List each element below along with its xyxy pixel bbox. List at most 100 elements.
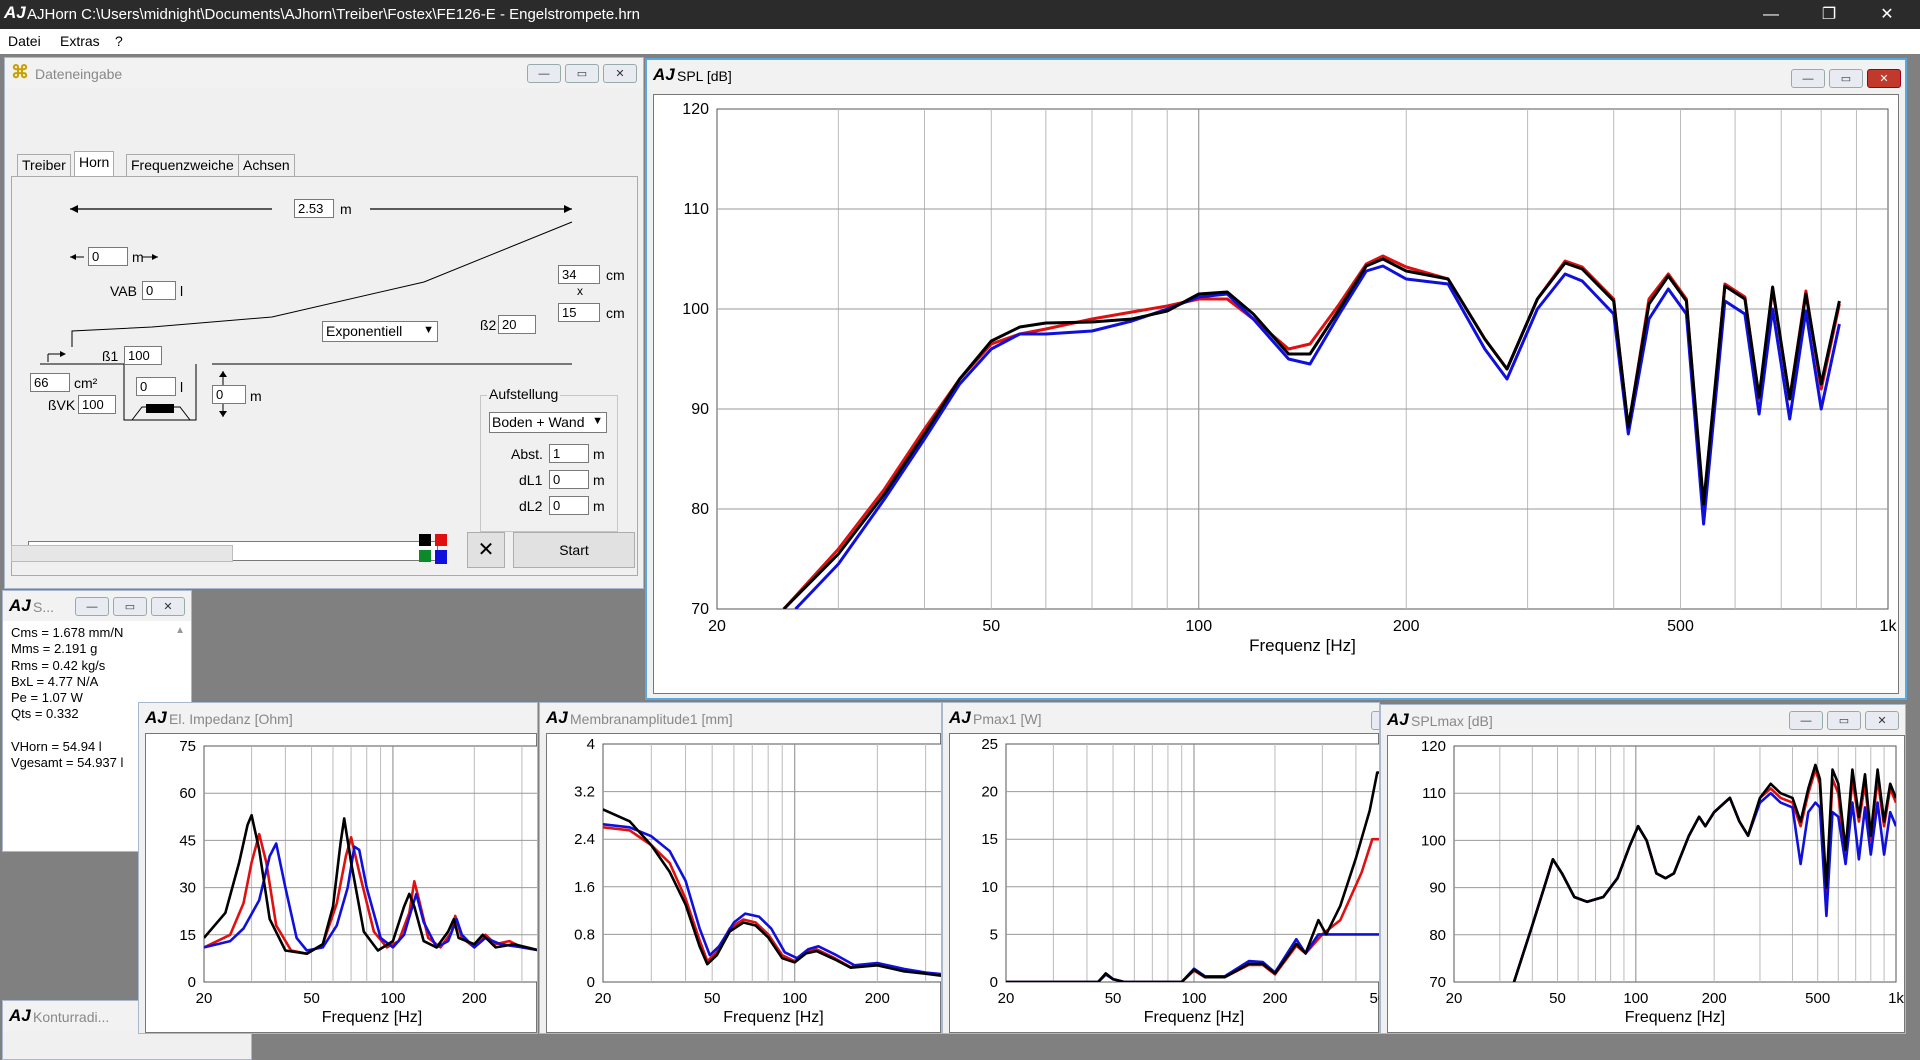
throat-area-unit: cm² — [74, 375, 98, 391]
dateneingabe-title: Dateneingabe — [35, 66, 123, 82]
minimize-app-button[interactable]: — — [1748, 0, 1794, 29]
spl-title: SPL [dB] — [677, 68, 732, 84]
y-tick-label: 90 — [691, 401, 709, 418]
pmax-window: AJ Pmax1 [W] — 0 5 10 15 20 25 20 50 100 200 500 Fr… — [942, 702, 1380, 1034]
y-tick-label: 100 — [1421, 832, 1446, 849]
x-tick-label: 50 — [1105, 990, 1122, 1007]
aufstellung-title: Aufstellung — [487, 386, 561, 402]
dl1-label: dL1 — [519, 472, 543, 488]
distance-input[interactable] — [212, 385, 246, 404]
minimize-button[interactable]: — — [1789, 711, 1823, 730]
abst-label: Abst. — [511, 446, 543, 462]
close-button[interactable]: ✕ — [1867, 69, 1901, 88]
maximize-button[interactable]: ▭ — [565, 64, 599, 83]
x-tick-label: 20 — [998, 990, 1015, 1007]
b2-input[interactable] — [498, 315, 536, 334]
aufstellung-group: Aufstellung Boden + Wand ▼ Abst. m dL1 m… — [480, 386, 618, 532]
mouth-width-input[interactable] — [558, 265, 600, 284]
x-tick-label: 200 — [462, 990, 487, 1007]
dateneingabe-window: ⌘ Dateneingabe — ▭ ✕ Treiber Horn Frequenz… — [4, 57, 644, 589]
x-tick-label: 20 — [708, 618, 726, 635]
offset-input[interactable] — [88, 247, 128, 266]
y-tick-label: 80 — [1429, 927, 1446, 944]
pmax-plot-area: 0 5 10 15 20 25 20 50 100 200 500 Frequenz [Hz] — [949, 733, 1379, 1033]
x-tick-label: 500 — [1667, 618, 1694, 635]
placement-select-value: Boden + Wand — [492, 414, 585, 430]
profile-select[interactable]: Exponentiell ▼ — [322, 321, 438, 342]
y-tick-label: 60 — [179, 785, 196, 802]
app-logo-icon: AJ — [9, 1006, 31, 1025]
placement-select[interactable]: Boden + Wand ▼ — [489, 412, 607, 433]
tab-frequenzweiche[interactable]: Frequenzweiche — [126, 154, 239, 176]
close-app-button[interactable]: ✕ — [1864, 0, 1910, 29]
y-tick-label: 75 — [179, 738, 196, 755]
vab-input[interactable] — [142, 281, 176, 300]
y-tick-label: 20 — [981, 784, 998, 801]
b1-input[interactable] — [124, 346, 162, 365]
menu-datei[interactable]: Datei — [8, 33, 41, 49]
spl-plot-area: 70 80 90 100 110 120 20 50 100 200 500 1k Frequenz [… — [653, 94, 1899, 694]
throat-area-input[interactable] — [30, 373, 70, 392]
b2-label: ß2 — [480, 317, 497, 333]
maximize-button[interactable]: ▭ — [1827, 711, 1861, 730]
bvk-input[interactable] — [78, 395, 116, 414]
menu-help[interactable]: ? — [115, 33, 123, 49]
y-tick-label: 70 — [691, 601, 709, 618]
maximize-button[interactable]: ▭ — [1829, 69, 1863, 88]
menu-extras[interactable]: Extras — [60, 33, 100, 49]
abst-input[interactable] — [549, 444, 589, 463]
close-button[interactable]: ✕ — [151, 597, 185, 616]
y-tick-label: 2.4 — [574, 831, 595, 848]
app-logo-icon: AJ — [9, 596, 31, 615]
restore-app-button[interactable]: ❐ — [1806, 0, 1852, 29]
minimize-button[interactable]: — — [1371, 711, 1379, 730]
start-button[interactable]: Start — [513, 532, 635, 568]
tab-treiber[interactable]: Treiber — [17, 154, 71, 176]
app-logo-icon: AJ — [949, 708, 971, 727]
app-logo-icon: AJ — [4, 3, 26, 22]
membrane-plot-area: 0 0.8 1.6 2.4 3.2 4 20 50 100 200 Frequenz [Hz] — [546, 733, 941, 1033]
dl2-input[interactable] — [549, 496, 589, 515]
dl1-input[interactable] — [549, 470, 589, 489]
impedance-plot-area: 0 15 30 45 60 75 20 50 100 200 Frequenz [Hz] — [145, 733, 537, 1033]
horn-length-input[interactable] — [294, 199, 334, 218]
minimize-button[interactable]: — — [75, 597, 109, 616]
app-logo-icon: AJ — [145, 708, 167, 727]
x-axis-label: Frequenz [Hz] — [322, 1009, 422, 1026]
y-tick-label: 0 — [990, 974, 998, 991]
y-tick-label: 15 — [179, 927, 196, 944]
distance-unit: m — [250, 388, 262, 404]
maximize-button[interactable]: ▭ — [113, 597, 147, 616]
app-logo-icon: AJ — [1387, 710, 1409, 729]
plot-frame — [716, 108, 1889, 610]
x-tick-label: 500 — [1369, 990, 1380, 1007]
pmax-chart: 0 5 10 15 20 25 20 50 100 200 500 Frequenz [Hz] — [981, 736, 1380, 1026]
parameter-line: Rms = 0.42 kg/s — [11, 657, 106, 673]
mouth-height-input[interactable] — [558, 303, 600, 322]
minimize-button[interactable]: — — [1791, 69, 1825, 88]
dl2-label: dL2 — [519, 498, 543, 514]
close-button[interactable]: ✕ — [1865, 711, 1899, 730]
y-tick-label: 120 — [1421, 738, 1446, 755]
membrane-title: Membranamplitude1 [mm] — [570, 711, 733, 727]
splmax-titlebar: AJ SPLmax [dB] — ▭ ✕ — [1381, 705, 1905, 735]
scroll-up-icon[interactable]: ▲ — [175, 625, 185, 636]
close-button[interactable]: ✕ — [603, 64, 637, 83]
tab-achsen[interactable]: Achsen — [238, 154, 295, 176]
parameter-line — [11, 723, 123, 739]
vk-unit: l — [180, 379, 184, 395]
y-tick-label: 1.6 — [574, 879, 595, 896]
cancel-button[interactable]: ✕ — [467, 532, 505, 568]
vab-label: VAB — [110, 283, 137, 299]
y-tick-label: 80 — [691, 501, 709, 518]
tab-horn[interactable]: Horn — [74, 151, 115, 177]
splmax-title: SPLmax [dB] — [1411, 713, 1493, 729]
y-tick-label: 110 — [683, 201, 709, 218]
progress-bar — [11, 545, 233, 562]
spl-titlebar: AJ SPL [dB] — ▭ ✕ — [647, 60, 1905, 90]
y-tick-label: 120 — [682, 101, 709, 118]
y-tick-label: 0.8 — [574, 926, 595, 943]
minimize-button[interactable]: — — [527, 64, 561, 83]
vk-input[interactable] — [136, 377, 176, 396]
x-tick-label: 100 — [380, 990, 405, 1007]
